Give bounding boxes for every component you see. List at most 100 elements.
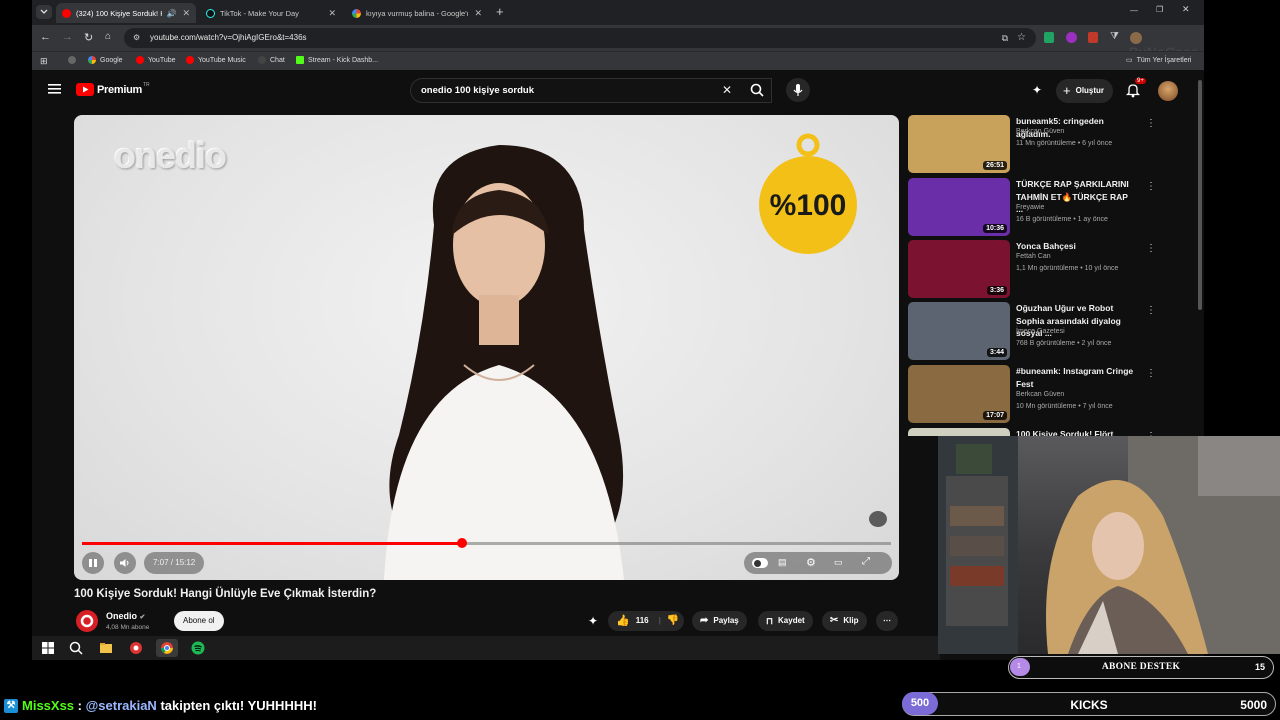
install-icon[interactable]: ⧉ <box>1002 28 1008 48</box>
recommended-video[interactable]: 3:44 Oğuzhan Uğur ve Robot Sophia arasınd… <box>908 302 1198 362</box>
voice-search-button[interactable] <box>786 78 810 102</box>
file-explorer-icon[interactable] <box>98 640 114 656</box>
bookmark-chat[interactable]: Chat <box>258 56 285 64</box>
account-avatar[interactable] <box>1158 81 1178 101</box>
autoplay-toggle[interactable] <box>752 558 768 568</box>
create-button[interactable]: + Oluştur <box>1056 79 1114 103</box>
webcam-feed <box>938 436 1280 654</box>
video-channel[interactable]: Berkcan Güven <box>1016 391 1064 398</box>
bookmark-kick[interactable]: Stream - Kick Dashb... <box>296 56 378 64</box>
more-actions-button[interactable]: ⋯ <box>876 611 898 631</box>
clear-search-icon[interactable]: ✕ <box>722 83 732 97</box>
video-channel[interactable]: Freyawie <box>1016 204 1044 211</box>
recommended-video[interactable]: 10:36 TÜRKÇE RAP ŞARKILARINI TAHMİN ET🔥TÜ… <box>908 178 1198 238</box>
fullscreen-icon[interactable]: ⤢ <box>862 556 870 567</box>
subscribe-button[interactable]: Abone ol <box>174 611 224 631</box>
video-title[interactable]: Yonca Bahçesi <box>1016 240 1136 253</box>
menu-icon[interactable] <box>48 83 61 95</box>
comment-overlay-icon[interactable] <box>869 511 887 527</box>
search-input[interactable]: onedio 100 kişiye sorduk <box>410 78 772 103</box>
tab-youtube[interactable]: (324) 100 Kişiye Sorduk! Ha 🔊 ✕ <box>56 3 196 23</box>
close-window-button[interactable]: ✕ <box>1182 4 1190 15</box>
video-player[interactable]: onedio %100 7:07 / 15:12 ▤ ⚙ ▭ ⤢ <box>74 115 899 580</box>
extension-action-icon[interactable]: ✦ <box>588 614 598 628</box>
back-button[interactable]: ← <box>40 31 51 43</box>
extension-twitch-icon[interactable] <box>1066 32 1077 43</box>
star-icon[interactable]: ☆ <box>1017 28 1026 48</box>
more-options-icon[interactable]: ⋮ <box>1146 368 1156 379</box>
bookmark-sync-icon[interactable] <box>68 56 80 64</box>
recommended-video[interactable]: 17:07 #buneamk: Instagram Cringe Fest Berk… <box>908 365 1198 425</box>
kicks-label: KICKS <box>1070 698 1108 712</box>
video-title[interactable]: 100 Kişiye Sorduk! Flört <box>1016 428 1136 436</box>
video-channel[interactable]: İmece Gazetesi <box>1016 328 1065 335</box>
subtitles-icon[interactable]: ▤ <box>778 557 787 568</box>
reload-button[interactable]: ↻ <box>84 31 93 44</box>
recommended-video[interactable]: 26:51 buneamk5: cringeden ağladım. Berkcan… <box>908 115 1198 175</box>
tab-search-button[interactable] <box>36 5 52 19</box>
bookmark-youtube-music[interactable]: YouTube Music <box>186 56 246 64</box>
close-icon[interactable]: ✕ <box>182 8 190 19</box>
close-icon[interactable]: ✕ <box>328 8 336 19</box>
address-bar[interactable]: ⚙ youtube.com/watch?v=OjhiAgIGEro&t=436s… <box>124 28 1036 48</box>
channel-name[interactable]: Onedio ✔ <box>106 611 145 621</box>
tab-google[interactable]: kıyıya vurmuş balina - Google'd ✕ <box>346 3 488 23</box>
theater-mode-icon[interactable]: ▭ <box>834 557 843 568</box>
save-button[interactable]: ⊓ Kaydet <box>758 611 813 631</box>
progress-bar[interactable] <box>82 538 891 548</box>
mute-button[interactable] <box>114 552 136 574</box>
video-thumbnail[interactable]: 17:07 <box>908 365 1010 423</box>
video-thumbnail[interactable] <box>908 428 1010 436</box>
speaker-icon: 🔊 <box>166 8 177 18</box>
site-info-icon[interactable]: ⚙ <box>133 28 140 48</box>
all-bookmarks[interactable]: ▭ Tüm Yer İşaretleri <box>1126 56 1191 65</box>
recommended-video[interactable]: 3:36 Yonca Bahçesi Fettah Can 1,1 Mn görünt… <box>908 240 1198 300</box>
extensions-puzzle-icon[interactable]: ⧩ <box>1110 31 1119 42</box>
search-button[interactable] <box>750 83 764 97</box>
share-icon: ➦ <box>700 615 709 626</box>
forward-button[interactable]: → <box>62 31 73 43</box>
channel-avatar[interactable] <box>76 610 98 632</box>
clip-button[interactable]: ✂ Klip <box>822 611 867 631</box>
video-thumbnail[interactable]: 26:51 <box>908 115 1010 173</box>
pause-button[interactable] <box>82 552 104 574</box>
video-channel[interactable]: Berkcan Güven <box>1016 128 1064 135</box>
settings-gear-icon[interactable]: ⚙ <box>806 556 816 569</box>
spotify-icon[interactable] <box>190 640 206 656</box>
video-thumbnail[interactable]: 10:36 <box>908 178 1010 236</box>
more-options-icon[interactable]: ⋮ <box>1146 181 1156 192</box>
video-title[interactable]: #buneamk: Instagram Cringe Fest <box>1016 365 1136 390</box>
video-thumbnail[interactable]: 3:36 <box>908 240 1010 298</box>
home-button[interactable]: ⌂ <box>105 31 111 42</box>
more-options-icon[interactable]: ⋮ <box>1146 118 1156 129</box>
scrollbar[interactable] <box>1198 80 1202 310</box>
bookmark-youtube[interactable]: YouTube <box>136 56 176 64</box>
notifications-button[interactable]: 9+ <box>1126 78 1146 98</box>
tab-tiktok[interactable]: TikTok - Make Your Day ✕ <box>200 3 342 23</box>
windows-start-icon[interactable] <box>40 640 56 656</box>
dislike-button[interactable]: 👎 <box>667 611 679 631</box>
chrome-record-icon[interactable] <box>128 640 144 656</box>
video-channel[interactable]: Fettah Can <box>1016 253 1051 260</box>
goal-label: ABONE DESTEK <box>1101 662 1181 672</box>
extension-excel-icon[interactable] <box>1044 32 1054 43</box>
extension-red-icon[interactable] <box>1088 32 1098 43</box>
apps-icon[interactable]: ⊞ <box>40 56 48 67</box>
more-options-icon[interactable]: ⋮ <box>1146 305 1156 316</box>
recommended-video[interactable]: 100 Kişiye Sorduk! Flört⋮ <box>908 428 1198 436</box>
restore-button[interactable]: ❐ <box>1156 5 1163 14</box>
youtube-play-icon <box>76 83 94 96</box>
like-button[interactable]: 👍 <box>616 611 630 631</box>
new-tab-button[interactable]: + <box>496 4 504 19</box>
cast-extension-icon[interactable]: ✦ <box>1032 83 1042 97</box>
video-thumbnail[interactable]: 3:44 <box>908 302 1010 360</box>
bookmark-google[interactable]: Google <box>88 56 123 64</box>
chrome-taskbar-icon[interactable] <box>156 639 178 657</box>
profile-avatar[interactable] <box>1130 32 1142 44</box>
search-icon[interactable] <box>68 640 84 656</box>
youtube-logo[interactable]: Premium TR <box>76 82 150 96</box>
more-options-icon[interactable]: ⋮ <box>1146 243 1156 254</box>
minimize-button[interactable]: — <box>1130 6 1138 15</box>
close-icon[interactable]: ✕ <box>474 8 482 19</box>
share-button[interactable]: ➦ Paylaş <box>692 611 747 631</box>
